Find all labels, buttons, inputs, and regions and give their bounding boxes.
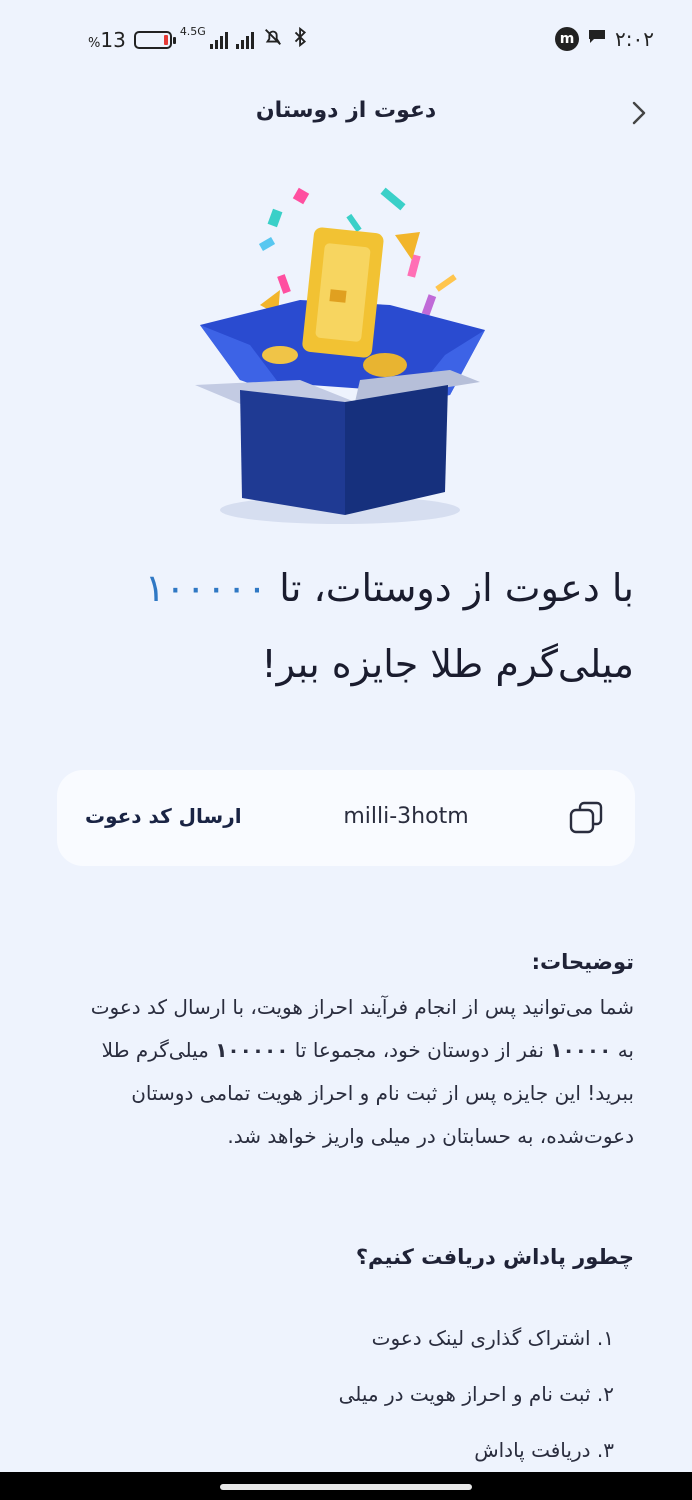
copy-icon[interactable] bbox=[567, 798, 607, 838]
bluetooth-icon bbox=[292, 26, 310, 53]
status-bar: %13 4.5G m ۲:۰۲ bbox=[0, 0, 692, 80]
invite-code: milli-3hotm bbox=[343, 804, 469, 829]
gift-box-illustration bbox=[180, 180, 510, 530]
clock: ۲:۰۲ bbox=[615, 26, 654, 51]
status-left: %13 4.5G bbox=[88, 25, 310, 53]
page-title: دعوت از دوستان bbox=[255, 98, 437, 123]
battery-icon bbox=[133, 30, 176, 49]
reward-amount: ۱۰۰۰۰۰ bbox=[144, 566, 268, 610]
page-header: دعوت از دوستان bbox=[0, 88, 692, 138]
description-title: توضیحات: bbox=[531, 950, 634, 974]
network-type: 4.5G bbox=[179, 25, 206, 38]
headline: با دعوت از دوستات، تا ۱۰۰۰۰۰ میلی‌گرم طل… bbox=[44, 550, 634, 702]
signal-icon bbox=[209, 31, 228, 49]
system-nav-bar bbox=[0, 1472, 692, 1500]
headline-line-2: میلی‌گرم طلا جایزه ببر! bbox=[261, 642, 634, 686]
muted-bell-icon bbox=[262, 26, 284, 53]
signal-2-icon bbox=[235, 31, 254, 49]
message-icon bbox=[587, 26, 607, 51]
step-item: ۲. ثبت نام و احراز هویت در میلی bbox=[338, 1382, 614, 1406]
how-to-title: چطور پاداش دریافت کنیم؟ bbox=[355, 1245, 634, 1269]
steps-list: ۱. اشتراک گذاری لینک دعوت ۲. ثبت نام و ا… bbox=[339, 1320, 614, 1488]
chevron-right-icon bbox=[632, 101, 646, 125]
home-gesture-bar[interactable] bbox=[220, 1484, 472, 1490]
back-button[interactable] bbox=[626, 100, 652, 126]
description-text: شما می‌توانید پس از انجام فرآیند احراز ه… bbox=[90, 995, 634, 1148]
invite-code-card: ارسال کد دعوت milli-3hotm bbox=[57, 770, 635, 866]
headline-line-1: با دعوت از دوستات، تا ۱۰۰۰۰۰ bbox=[144, 566, 634, 610]
status-right: m ۲:۰۲ bbox=[555, 26, 654, 51]
app-notification-icon: m bbox=[555, 26, 580, 51]
battery-text: %13 bbox=[88, 27, 126, 52]
step-item: ۱. اشتراک گذاری لینک دعوت bbox=[371, 1326, 614, 1350]
